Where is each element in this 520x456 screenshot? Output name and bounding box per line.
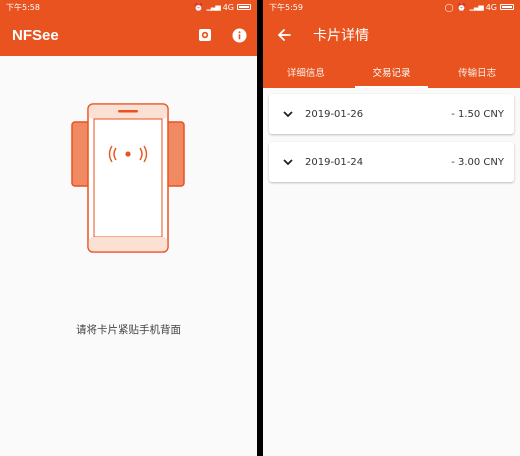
battery-icon	[500, 4, 514, 10]
status-icons: ◯ ⏰ ▁▃▅ 4G	[445, 3, 514, 12]
tab-label: 传输日志	[458, 68, 497, 79]
transaction-amount: - 3.00 CNY	[451, 156, 504, 168]
transaction-date: 2019-01-24	[305, 156, 364, 168]
tab-transactions[interactable]: 交易记录	[349, 56, 435, 88]
nfc-phone-card-icon	[70, 102, 186, 254]
network-label: 4G	[222, 2, 234, 12]
info-icon[interactable]	[231, 27, 247, 43]
app-title: NFSee	[12, 26, 59, 44]
transaction-date: 2019-01-26	[305, 108, 364, 120]
tab-details[interactable]: 详细信息	[263, 56, 349, 88]
chevron-down-icon[interactable]	[283, 157, 293, 167]
tab-bar: 详细信息 交易记录 传输日志	[263, 56, 520, 88]
transaction-list: 2019-01-26 - 1.50 CNY 2019-01-24 - 3.00 …	[263, 88, 520, 182]
card-detail-screen: 下午5:59 ◯ ⏰ ▁▃▅ 4G 卡片详情 详细信息 交易记录 传输日志 20…	[263, 0, 520, 456]
status-bar: 下午5:59 ◯ ⏰ ▁▃▅ 4G	[263, 0, 520, 14]
app-bar: NFSee	[0, 14, 257, 56]
status-time: 下午5:58	[6, 2, 40, 12]
tab-transfer-log[interactable]: 传输日志	[434, 56, 520, 88]
tab-label: 交易记录	[372, 68, 411, 79]
network-label: 4G	[485, 2, 497, 12]
app-bar: 卡片详情	[263, 14, 520, 56]
status-bar: 下午5:58 ⏰ ▁▃▅ 4G	[0, 0, 257, 14]
signal-icon: ▁▃▅	[469, 3, 484, 11]
page-title: 卡片详情	[313, 28, 369, 44]
alarm-icon: ⏰	[193, 2, 204, 12]
nfc-status-icon: ◯	[444, 2, 454, 12]
transaction-item[interactable]: 2019-01-24 - 3.00 CNY	[269, 142, 514, 182]
settings-icon[interactable]	[197, 27, 213, 43]
scan-hint: 请将卡片紧贴手机背面	[76, 324, 181, 336]
alarm-icon: ⏰	[456, 2, 467, 12]
signal-icon: ▁▃▅	[206, 3, 221, 11]
status-time: 下午5:59	[269, 2, 303, 12]
transaction-amount: - 1.50 CNY	[451, 108, 504, 120]
status-icons: ⏰ ▁▃▅ 4G	[194, 3, 251, 12]
tab-label: 详细信息	[286, 68, 325, 79]
transaction-item[interactable]: 2019-01-26 - 1.50 CNY	[269, 94, 514, 134]
arrow-left-icon[interactable]	[275, 26, 293, 44]
battery-icon	[237, 4, 251, 10]
chevron-down-icon[interactable]	[283, 109, 293, 119]
appbar-actions	[197, 27, 247, 43]
scan-screen: 下午5:58 ⏰ ▁▃▅ 4G NFSee 请将卡片紧贴手机背面	[0, 0, 257, 456]
